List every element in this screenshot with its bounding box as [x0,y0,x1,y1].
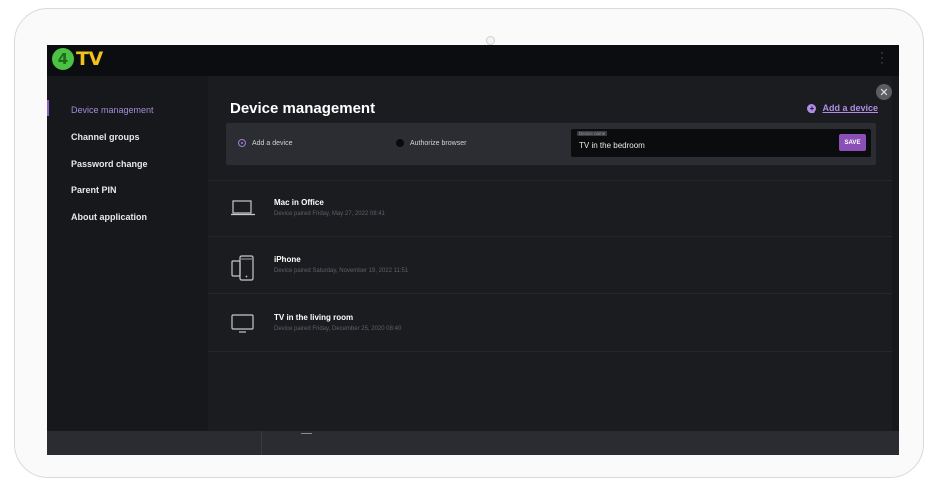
bottom-bar [47,431,899,455]
logo-text: TV [76,48,103,70]
device-row[interactable]: iPhone Device paired Saturday, November … [208,255,892,313]
device-name-input[interactable]: TV in the bedroom [579,141,645,150]
kebab-menu-icon[interactable]: · · · [879,48,885,69]
sidebar-item-channel-groups[interactable]: Channel groups [71,132,140,142]
radio-add-device-label: Add a device [252,139,293,147]
device-name: iPhone [274,255,301,264]
bottom-indicator [301,433,312,434]
sidebar-item-password-change[interactable]: Password change [71,159,148,169]
device-name: Mac in Office [274,198,324,207]
close-icon[interactable]: ✕ [876,84,892,100]
app-screen: 4 TV · · · Device management Channel group… [47,45,899,455]
laptop-icon [230,198,256,224]
sidebar: Device management Channel groups Passwor… [47,76,208,431]
add-device-label: Add a device [822,103,878,113]
bottom-separator [261,431,262,455]
main-panel: Device management + Add a device Add a d… [208,76,892,431]
plus-icon: + [807,103,817,113]
divider [208,236,892,237]
add-device-form: Add a device Authorize browser Device na… [226,123,876,165]
page-title: Device management [230,100,376,117]
tv-icon [230,313,256,339]
radio-unchecked-icon [396,139,404,147]
device-paired-date: Device paired Friday, December 25, 2020 … [274,326,402,332]
device-name-field-label: Device name [577,131,608,136]
radio-authorize-browser[interactable]: Authorize browser [396,139,466,147]
device-paired-date: Device paired Friday, May 27, 2022 08:41 [274,211,385,217]
device-row[interactable]: TV in the living room Device paired Frid… [208,313,892,371]
radio-checked-icon [238,139,246,147]
sidebar-item-device-management[interactable]: Device management [71,105,154,115]
mobile-devices-icon [230,255,256,281]
device-name: TV in the living room [274,313,354,322]
device-row[interactable]: Mac in Office Device paired Friday, May … [208,198,892,256]
save-button[interactable]: SAVE [839,134,866,151]
radio-authorize-browser-label: Authorize browser [410,139,467,147]
divider [208,351,892,352]
sidebar-item-about-application[interactable]: About application [71,212,147,222]
camera-icon [486,36,495,45]
logo-badge: 4 [52,48,74,70]
divider [208,293,892,294]
top-bar: 4 TV · · · [47,45,899,76]
add-device-link[interactable]: + Add a device [807,103,878,113]
sidebar-item-parent-pin[interactable]: Parent PIN [71,185,117,195]
divider [208,180,892,181]
radio-add-device[interactable]: Add a device [238,139,292,147]
app-logo[interactable]: 4 TV [52,48,103,70]
device-paired-date: Device paired Saturday, November 19, 202… [274,268,409,274]
active-indicator [47,100,49,116]
device-name-field[interactable]: Device name TV in the bedroom SAVE [571,129,871,157]
